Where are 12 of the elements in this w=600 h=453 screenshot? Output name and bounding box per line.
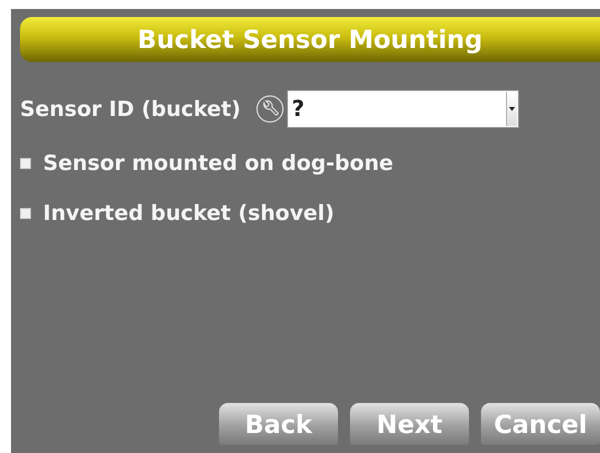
checkbox-label: Sensor mounted on dog-bone bbox=[43, 151, 394, 175]
caret-icon[interactable] bbox=[508, 107, 515, 111]
dialog-title: Bucket Sensor Mounting bbox=[20, 17, 600, 62]
checkbox-label: Inverted bucket (shovel) bbox=[43, 201, 334, 225]
checkbox[interactable] bbox=[20, 208, 31, 218]
sensor-label: Sensor ID (bucket) bbox=[20, 97, 241, 121]
wizard-button[interactable]: Back bbox=[219, 403, 338, 445]
wrench-icon[interactable] bbox=[254, 94, 285, 124]
checkbox[interactable] bbox=[20, 158, 31, 168]
wizard-button[interactable]: Next bbox=[350, 403, 469, 445]
wizard-button[interactable]: Cancel bbox=[481, 403, 600, 445]
sensor-id-dropdown[interactable]: ? bbox=[286, 90, 519, 128]
